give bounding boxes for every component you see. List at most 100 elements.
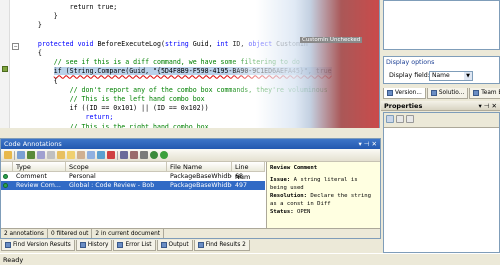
property-pages-icon[interactable]: [406, 115, 414, 123]
toolbar-separator: [117, 150, 118, 160]
code-annotations-panel: Code Annotations ▾ ⊣ ✕ Type Scope File N…: [0, 138, 381, 239]
code-token: protected void: [37, 39, 94, 48]
code-token: }: [37, 21, 42, 30]
grid-view-icon[interactable]: [17, 151, 25, 159]
team-icon: [473, 90, 480, 96]
outline-gutter: [10, 0, 14, 128]
annotation-overlay: [225, 0, 379, 128]
cell-file: PackageBaseWhidbey...: [170, 182, 232, 189]
tab-solution[interactable]: Solutio...: [426, 88, 469, 99]
go-icon[interactable]: [160, 151, 168, 159]
chevron-down-icon[interactable]: ▼: [464, 72, 472, 80]
properties-title: Properties: [384, 102, 423, 110]
edit-icon[interactable]: [130, 151, 138, 159]
code-token: }: [53, 12, 58, 21]
paste-icon[interactable]: [87, 151, 95, 159]
properties-panel: [383, 112, 500, 253]
go-forward-icon[interactable]: [150, 151, 158, 159]
tab-find-results-2[interactable]: Find Results 2: [193, 240, 250, 251]
review-heading: Review Comment: [270, 165, 318, 171]
issue-label: Issue:: [270, 177, 291, 183]
filter-icon[interactable]: [120, 151, 128, 159]
column-header-scope[interactable]: Scope: [66, 162, 167, 172]
copy-icon[interactable]: [77, 151, 85, 159]
display-field-select[interactable]: Name ▼: [429, 71, 473, 81]
categorized-icon[interactable]: [386, 115, 394, 123]
panel-controls-icon[interactable]: ▾ ⊣ ✕: [358, 139, 377, 149]
tab-version[interactable]: Version...: [383, 88, 426, 99]
display-options-panel: Display options Display field: Name ▼: [383, 56, 500, 84]
find-icon[interactable]: [140, 151, 148, 159]
document-icon[interactable]: [47, 151, 55, 159]
code-editor[interactable]: − return true; } } protected void Before…: [0, 0, 380, 128]
status-bar: Ready: [0, 253, 500, 265]
open-folder-icon[interactable]: [4, 151, 12, 159]
status-label: Status:: [270, 209, 294, 215]
code-token: return true;: [69, 3, 118, 11]
code-token: if ((ID == 0x101) || (ID == 0x102)): [69, 104, 209, 113]
collapse-toggle[interactable]: −: [12, 43, 19, 50]
find-icon: [5, 242, 11, 248]
delete-icon[interactable]: [107, 151, 115, 159]
current-doc-count: 2 in current document: [92, 229, 165, 238]
cell-type: Comment: [16, 173, 47, 180]
column-header-icon[interactable]: [1, 162, 13, 172]
folder-icon[interactable]: [57, 151, 65, 159]
panel-controls-icon[interactable]: ▾ ⊣ ✕: [478, 101, 497, 111]
tab-output[interactable]: Output: [156, 240, 193, 251]
indicator-margin[interactable]: [0, 0, 10, 128]
code-line[interactable]: // This is the right hand combo box: [22, 122, 209, 128]
annotations-title-bar[interactable]: Code Annotations ▾ ⊣ ✕: [1, 139, 380, 149]
tab-error-list[interactable]: Error List: [113, 240, 156, 251]
overlay-label: CustomIn Unchecked: [300, 37, 363, 43]
properties-title-bar[interactable]: Properties ▾ ⊣ ✕: [381, 101, 500, 111]
code-token: // This is the right hand combo box: [69, 122, 209, 128]
code-line[interactable]: }: [22, 20, 42, 30]
table-row-selected[interactable]: Review Com... Global : Code Review - Bob…: [1, 181, 265, 190]
note-icon[interactable]: [67, 151, 75, 159]
filtered-count: 0 filtered out: [48, 229, 93, 238]
display-options-title: Display options: [386, 59, 435, 66]
code-token: Guid,: [188, 39, 217, 48]
table-row[interactable]: Comment Personal PackageBaseWhidbey... 6…: [1, 172, 265, 181]
error-list-icon: [117, 242, 124, 248]
tab-team-explorer[interactable]: Team E...: [469, 88, 500, 99]
status-text: OPEN: [296, 209, 311, 215]
resolution-label: Resolution:: [270, 193, 308, 199]
code-token: BeforeExecuteLog(: [93, 39, 165, 48]
code-token: // This is the left hand combo box: [69, 95, 205, 103]
property-grid[interactable]: [384, 127, 499, 252]
refresh-icon[interactable]: [97, 151, 105, 159]
alphabetical-icon[interactable]: [396, 115, 404, 123]
annotations-status-row: 2 annotations 0 filtered out 2 in curren…: [1, 228, 380, 238]
column-header-file[interactable]: File Name: [167, 162, 232, 172]
tab-find-version-results[interactable]: Find Version Results: [1, 240, 75, 251]
history-icon: [79, 242, 86, 248]
cell-type: Review Com...: [16, 182, 61, 189]
cell-scope: Personal: [69, 173, 96, 180]
annotations-toolbar: [1, 149, 380, 162]
right-panel: Display options Display field: Name ▼ Ve…: [381, 0, 500, 253]
column-header-type[interactable]: Type: [13, 162, 66, 172]
version-icon: [387, 90, 393, 96]
add-annotation-icon[interactable]: [27, 151, 35, 159]
display-field-value: Name: [432, 72, 450, 79]
find-results-icon: [197, 242, 204, 248]
cell-line: 497: [235, 182, 248, 189]
annotations-title: Code Annotations: [4, 140, 62, 148]
annotation-marker-icon[interactable]: [2, 66, 8, 72]
code-token: return;: [85, 113, 114, 122]
status-icon: [3, 174, 8, 179]
column-header-line[interactable]: Line Num: [232, 162, 265, 181]
list-icon[interactable]: [37, 151, 45, 159]
cell-line: 68: [235, 173, 244, 180]
output-icon: [160, 242, 167, 248]
solution-tree-area[interactable]: [383, 0, 500, 50]
code-token: string: [164, 39, 189, 48]
right-tabs: Version... Solutio... Team E...: [383, 88, 500, 99]
code-token: {: [37, 49, 42, 57]
tab-history[interactable]: History: [75, 240, 113, 251]
display-field-label: Display field:: [389, 72, 430, 79]
solution-icon: [430, 90, 437, 96]
review-comment-details[interactable]: Review Comment Issue: A string literal i…: [266, 162, 380, 228]
